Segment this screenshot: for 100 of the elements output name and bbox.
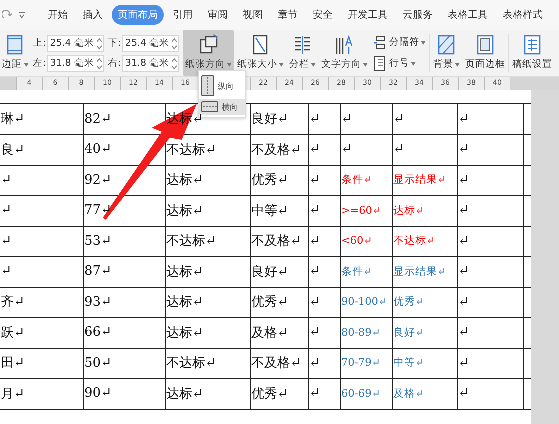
table-cell: ↵ <box>457 348 523 378</box>
menu-item[interactable]: 横向 <box>199 99 245 115</box>
table-cell: ↵ <box>0 196 83 226</box>
field-label: 左: <box>33 57 46 70</box>
table-cell: 达标↵ <box>165 196 250 226</box>
table-cell: ↵ <box>457 287 523 318</box>
menu-item[interactable]: 纵向 <box>199 73 245 99</box>
table-cell: ↵ <box>457 165 523 196</box>
ribbon-tab[interactable]: 插入 <box>77 5 109 25</box>
ribbon-button[interactable]: 稿纸设置 <box>510 30 554 76</box>
table-cell: 50↵ <box>83 348 165 378</box>
spin-arrows-icon <box>172 58 178 70</box>
spin-field[interactable]: 25.4 毫米 <box>122 35 180 52</box>
table-cell: 87↵ <box>83 256 165 287</box>
table-cell: 显示结果↵ <box>392 256 457 287</box>
table-cell: 优秀↵ <box>250 165 308 196</box>
ribbon-button[interactable]: 页面边框 <box>463 30 508 76</box>
ribbon-button[interactable]: 背景 <box>431 30 462 76</box>
field-label: 右: <box>108 57 122 70</box>
ribbon-button[interactable]: 文字方向 <box>319 30 370 76</box>
table-cell: ↵ <box>308 104 340 134</box>
table-cell: ↵ <box>308 226 340 256</box>
table-cell: 不达标↵ <box>392 226 457 256</box>
table-cell: ↵ <box>457 318 523 348</box>
ribbon-button[interactable]: 行号 <box>373 56 426 72</box>
table-cell: ↵ <box>308 378 340 409</box>
table-cell: ↵ <box>0 165 83 196</box>
spin-field[interactable]: 31.8 毫米 <box>47 55 104 72</box>
ribbon-button[interactable]: 分栏 <box>287 30 318 76</box>
ribbon-tab[interactable]: 章节 <box>272 5 304 25</box>
table-cell: 及格↵ <box>250 318 308 348</box>
grid-paper-icon <box>522 34 543 56</box>
ribbon-tab[interactable]: 开始 <box>42 5 74 25</box>
ribbon-tab[interactable]: 开发工具 <box>342 5 394 25</box>
table-cell: 达标↵ <box>165 165 250 196</box>
ribbon-button[interactable]: 纸张大小 <box>235 30 286 76</box>
table-cell: 良好↵ <box>250 104 308 134</box>
table-cell: 60-69↵ <box>340 378 392 409</box>
ribbon-tab[interactable]: 安全 <box>307 5 339 25</box>
table-cell: 琳↵ <box>0 104 83 134</box>
table-cell: ↵ <box>457 196 523 226</box>
spin-field[interactable]: 25.4 毫米 <box>47 35 104 52</box>
table-cell: 中等↵ <box>250 196 308 226</box>
table-cell: ↵ <box>392 134 457 165</box>
table-cell: ↵ <box>308 318 340 348</box>
ribbon-tab[interactable]: 视图 <box>237 5 269 25</box>
ribbon-tab[interactable]: 表格样式 <box>497 5 549 25</box>
table-cell: 条件↵ <box>340 165 392 196</box>
table-cell: 良好↵ <box>392 318 457 348</box>
landscape-page-icon <box>201 101 219 113</box>
ribbon-tab[interactable]: 引用 <box>167 5 199 25</box>
table-cell: ↵ <box>457 378 523 409</box>
table-cell: 中等↵ <box>392 348 457 378</box>
ribbon-tab[interactable]: 表格工具 <box>442 5 494 25</box>
table-cell: 优秀↵ <box>250 287 308 318</box>
spin-arrows-icon <box>97 38 102 50</box>
table-cell: >=60↵ <box>340 196 392 226</box>
table-cell: 达标↵ <box>165 256 250 287</box>
table-cell: 优秀↵ <box>250 378 308 409</box>
table-cell: 齐↵ <box>0 287 83 318</box>
portrait-page-icon <box>201 75 215 97</box>
spin-arrows-icon <box>172 38 178 50</box>
background-icon <box>436 34 458 56</box>
table-cell: ↵ <box>457 226 523 256</box>
table-cell: 良↵ <box>0 134 83 165</box>
table-cell: ↵ <box>457 256 523 287</box>
table-cell: 90-100↵ <box>340 287 392 318</box>
table-cell: 条件↵ <box>340 256 392 287</box>
table-cell: 良好↵ <box>250 256 308 287</box>
table-cell: 达标↵ <box>165 318 250 348</box>
spin-field[interactable]: 31.8 毫米 <box>122 55 180 72</box>
table-cell: 66↵ <box>83 318 165 348</box>
ribbon-tab[interactable]: 审阅 <box>202 5 234 25</box>
table-cell: ↵ <box>0 256 83 287</box>
table-cell: 田↵ <box>0 348 83 378</box>
table-cell: 跃↵ <box>0 318 83 348</box>
text-direction-icon <box>334 34 356 56</box>
table-cell: 及格↵ <box>392 378 457 409</box>
ribbon-button[interactable]: 分隔符 <box>373 34 426 50</box>
page-break-icon <box>373 34 388 50</box>
table-cell: ↵ <box>308 196 340 226</box>
line-numbers-icon <box>373 56 388 72</box>
table-cell: ↵ <box>308 134 340 165</box>
table-cell: 不及格↵ <box>250 348 308 378</box>
table-cell: 不达标↵ <box>165 226 250 256</box>
table-cell: ↵ <box>340 104 392 134</box>
ribbon-tab[interactable]: 云服务 <box>397 5 439 25</box>
table-cell: ↵ <box>340 134 392 165</box>
redo-icon[interactable] <box>2 10 12 20</box>
table-cell: 90↵ <box>83 378 165 409</box>
table-cell: 不及格↵ <box>250 134 308 165</box>
table-cell: ↵ <box>308 348 340 378</box>
table-cell: 达标↵ <box>165 378 250 409</box>
table-cell: 显示结果↵ <box>392 165 457 196</box>
field-label: 下: <box>108 37 122 50</box>
table-cell: ↵ <box>0 226 83 256</box>
customize-icon[interactable] <box>18 11 26 19</box>
margins-button[interactable]: 边距 <box>0 30 31 76</box>
table-cell: ↵ <box>457 104 523 134</box>
ribbon-button[interactable]: 纸张方向 <box>183 30 234 76</box>
